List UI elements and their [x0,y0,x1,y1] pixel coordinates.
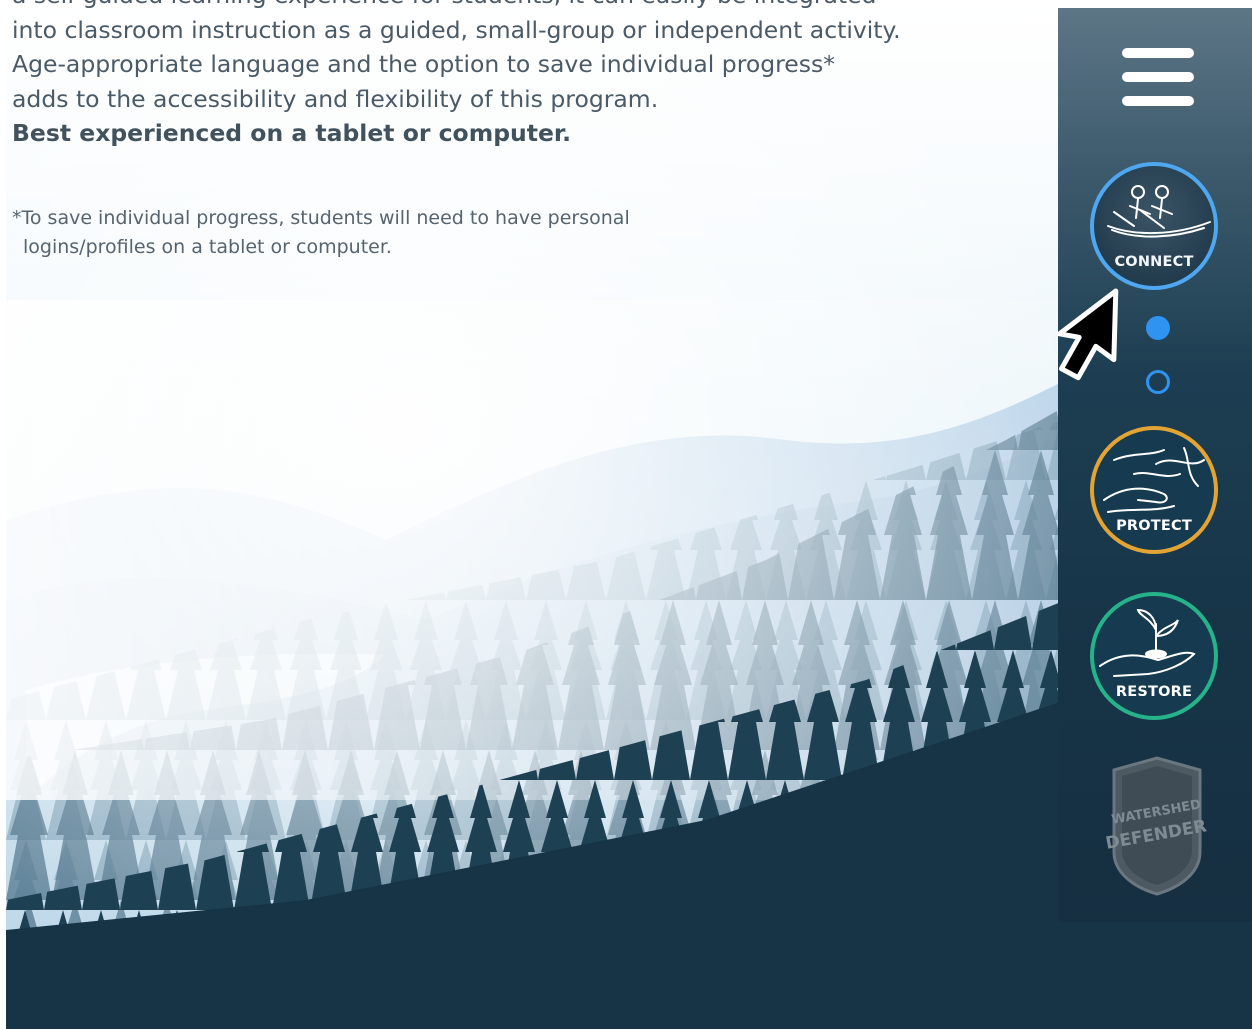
connect-button[interactable]: CONNECT [1090,162,1218,290]
shield-icon: WATERSHED DEFENDER [1104,756,1208,896]
footnote-line-2: logins/profiles on a tablet or computer. [23,236,392,258]
page-dot-1[interactable] [1146,316,1170,340]
device-recommendation: Best experienced on a tablet or computer… [12,119,572,147]
mouse-pointer-icon [1056,288,1119,381]
watershed-defender-badge[interactable]: WATERSHED DEFENDER [1104,756,1210,896]
intro-line-1: a self-guided learning experience for st… [12,0,1046,13]
footnote: *To save individual progress, students w… [12,204,772,262]
footnote-line-1: *To save individual progress, students w… [12,207,630,229]
restore-button[interactable]: RESTORE [1090,592,1218,720]
intro-line-2: into classroom instruction as a guided, … [12,15,901,44]
intro-text: a self-guided learning experience for st… [6,0,1046,151]
protect-label: PROTECT [1116,518,1192,534]
restore-label: RESTORE [1115,684,1193,700]
intro-line-3: Age-appropriate language and the option … [12,50,835,78]
hamburger-icon[interactable] [1122,48,1194,106]
protect-button[interactable]: PROTECT [1090,426,1218,554]
page-dot-2[interactable] [1146,370,1170,394]
intro-line-4: adds to the accessibility and flexibilit… [12,84,659,113]
connect-label: CONNECT [1114,254,1194,270]
side-nav: CONNECT PROTECT RESTORE WATERSHED DEFEND… [1058,8,1252,922]
